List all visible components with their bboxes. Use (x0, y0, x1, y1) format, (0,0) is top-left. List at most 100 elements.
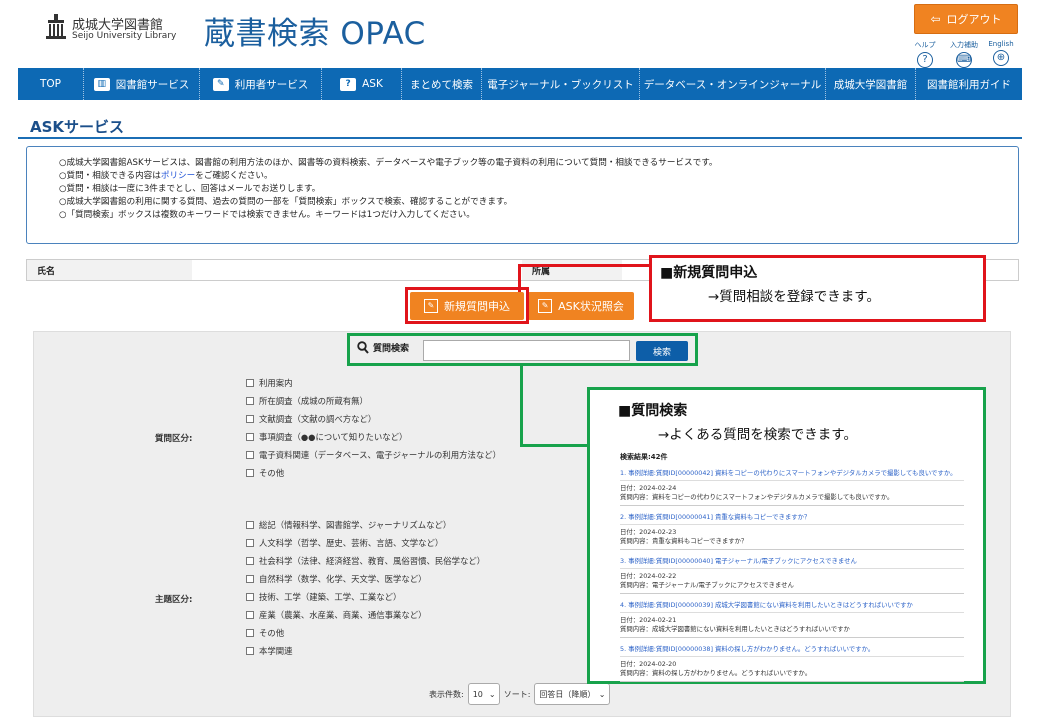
nav-item-guide[interactable]: 図書館利用ガイド (916, 68, 1022, 100)
question-category-option[interactable]: 事項調査（●●について知りたいなど） (246, 431, 407, 443)
checkbox[interactable] (246, 575, 254, 583)
result-title[interactable]: 4. 事例詳細:質問ID[00000039] 成城大学図書館にない資料を利用した… (620, 600, 964, 613)
option-label: 文献調査（文献の調べ方など） (259, 414, 377, 424)
nav-item-library-services[interactable]: ▥ 図書館サービス (84, 68, 200, 100)
subject-category-option[interactable]: 社会科学（法律、経済経営、教育、風俗習慣、民俗学など） (246, 555, 485, 567)
user-services-icon: ✎ (212, 77, 229, 91)
result-date: 日付：2024-02-21 (620, 616, 677, 624)
result-date: 日付：2024-02-23 (620, 528, 677, 536)
question-category-label: 質問区分: (155, 434, 193, 444)
nav-label: 図書館利用ガイド (927, 78, 1011, 91)
option-label: 総記（情報科学、図書館学、ジャーナリズムなど） (259, 520, 452, 530)
checkbox[interactable] (246, 521, 254, 529)
nav-item-ask[interactable]: ? ASK (322, 68, 402, 100)
logout-button[interactable]: ⇦ ログアウト (914, 4, 1018, 34)
result-item: 3. 事例詳細:質問ID[00000040] 電子ジャーナル/電子ブックにアクセ… (620, 556, 964, 594)
checkbox[interactable] (246, 611, 254, 619)
count-select[interactable]: 10 ⌄ (467, 683, 500, 705)
info-line: ○成城大学図書館の利用に関する質問、過去の質問の一部を「質問検索」ボックスで検索… (59, 197, 513, 207)
option-label: 所在調査（成城の所蔵有無） (259, 396, 368, 406)
search-highlight (347, 333, 698, 366)
question-category-option[interactable]: 所在調査（成城の所蔵有無） (246, 395, 368, 407)
nav-item-seijo-library[interactable]: 成城大学図書館 (826, 68, 916, 100)
info-line: ○質問・相談は一度に3件までとし、回答はメールでお送りします。 (59, 184, 321, 194)
info-text: ○質問・相談できる内容は (59, 171, 161, 181)
input-assist-link[interactable]: 入力補助 ⌨ (949, 40, 979, 68)
checkbox[interactable] (246, 557, 254, 565)
nav-item-user-services[interactable]: ✎ 利用者サービス (200, 68, 322, 100)
search-results-preview: 検索結果:42件 1. 事例詳細:質問ID[00000042] 資料をコピーの代… (620, 452, 964, 688)
question-category-option[interactable]: 文献調査（文献の調べ方など） (246, 413, 376, 425)
option-label: 自然科学（数学、化学、天文学、医学など） (259, 574, 427, 584)
result-date: 日付：2024-02-24 (620, 484, 677, 492)
new-question-highlight (405, 287, 529, 324)
ask-status-button[interactable]: ✎ ASK状況照会 (528, 292, 634, 320)
checkbox[interactable] (246, 593, 254, 601)
checkbox[interactable] (246, 397, 254, 405)
nav-item-bulk-search[interactable]: まとめて検索 (402, 68, 482, 100)
help-link[interactable]: ヘルプ ? (910, 40, 940, 68)
subject-category-option[interactable]: 本学関連 (246, 645, 293, 657)
new-question-callout: ■新規質問申込 →質問相談を登録できます。 (649, 255, 986, 322)
checkbox[interactable] (246, 415, 254, 423)
option-label: その他 (259, 468, 285, 478)
checkbox[interactable] (246, 451, 254, 459)
subject-category-option[interactable]: 人文科学（哲学、歴史、芸術、言語、文学など） (246, 537, 443, 549)
result-date: 日付：2024-02-20 (620, 660, 677, 668)
result-title[interactable]: 1. 事例詳細:質問ID[00000042] 資料をコピーの代わりにスマートフォ… (620, 468, 964, 481)
display-options: 表示件数: 10 ⌄ ソート: 回答日（降順） ⌄ (429, 683, 611, 705)
result-content: 質問内容：成城大学図書館にない資料を利用したいときはどうすればいいですか (620, 625, 850, 633)
checkbox[interactable] (246, 379, 254, 387)
result-title[interactable]: 5. 事例詳細:質問ID[00000038] 資料の探し方がわかりません。どうす… (620, 644, 964, 657)
sort-label: ソート: (503, 689, 531, 699)
callout-body: →よくある質問を検索できます。 (658, 427, 857, 443)
nav-label: 図書館サービス (115, 78, 190, 91)
result-content: 質問内容：資料の探し方がわかりません。どうすればいいですか。 (620, 669, 812, 677)
callout-connector (518, 264, 649, 267)
keyboard-icon: ⌨ (956, 52, 972, 68)
info-text: をご確認ください。 (195, 171, 273, 181)
library-icon: ▥ (93, 77, 110, 91)
sort-select[interactable]: 回答日（降順） ⌄ (534, 683, 611, 705)
option-label: 事項調査（●●について知りたいなど） (259, 432, 408, 442)
checkbox[interactable] (246, 629, 254, 637)
name-value (192, 260, 522, 280)
nav-item-ejournal-booklist[interactable]: 電子ジャーナル・ブックリスト (482, 68, 640, 100)
info-line: ○「質問検索」ボックスは複数のキーワードでは検索できません。キーワードは1つだけ… (59, 210, 475, 220)
nav-item-database[interactable]: データベース・オンラインジャーナル (640, 68, 826, 100)
checkbox[interactable] (246, 433, 254, 441)
subject-category-option[interactable]: 自然科学（数学、化学、天文学、医学など） (246, 573, 427, 585)
result-content: 質問内容：電子ジャーナル/電子ブックにアクセスできません (620, 581, 794, 589)
result-item: 4. 事例詳細:質問ID[00000039] 成城大学図書館にない資料を利用した… (620, 600, 964, 638)
result-content: 質問内容：資料をコピーの代わりにスマートフォンやデジタルカメラで撮影しても良いで… (620, 493, 894, 501)
question-category-option[interactable]: 電子資料関連（データベース、電子ジャーナルの利用方法など） (246, 449, 501, 461)
result-title[interactable]: 2. 事例詳細:質問ID[00000041] 貴重な資料もコピーできますか？ (620, 512, 964, 525)
callout-heading: ■新規質問申込 (660, 265, 758, 281)
service-info-box: ○成城大学図書館ASKサービスは、図書館の利用方法のほか、図書等の資料検索、デー… (26, 146, 1019, 244)
option-label: 技術、工学（建築、工学、工業など） (259, 592, 402, 602)
section-title: ASKサービス (30, 118, 125, 136)
subject-category-option[interactable]: 総記（情報科学、図書館学、ジャーナリズムなど） (246, 519, 451, 531)
subject-category-option[interactable]: 産業（農業、水産業、商業、通信事業など） (246, 609, 427, 621)
policy-link[interactable]: ポリシー (161, 171, 195, 181)
nav-label: データベース・オンラインジャーナル (643, 78, 822, 91)
subject-category-option[interactable]: 技術、工学（建築、工学、工業など） (246, 591, 401, 603)
help-icon: ? (917, 52, 933, 68)
result-item: 5. 事例詳細:質問ID[00000038] 資料の探し方がわかりません。どうす… (620, 644, 964, 682)
nav-item-top[interactable]: TOP (18, 68, 84, 100)
question-category-option[interactable]: その他 (246, 467, 284, 479)
nav-label: 電子ジャーナル・ブックリスト (487, 78, 634, 91)
input-assist-label: 入力補助 (950, 41, 978, 49)
option-label: その他 (259, 628, 285, 638)
english-link[interactable]: English ⊕ (986, 40, 1016, 66)
edit-icon: ✎ (538, 299, 553, 313)
checkbox[interactable] (246, 469, 254, 477)
nav-label: 成城大学図書館 (833, 78, 908, 91)
checkbox[interactable] (246, 647, 254, 655)
subject-category-option[interactable]: その他 (246, 627, 284, 639)
result-title[interactable]: 3. 事例詳細:質問ID[00000040] 電子ジャーナル/電子ブックにアクセ… (620, 556, 964, 569)
question-category-option[interactable]: 利用案内 (246, 377, 293, 389)
result-date: 日付：2024-02-22 (620, 572, 677, 580)
checkbox[interactable] (246, 539, 254, 547)
library-logo[interactable]: 成城大学図書館 Seijo University Library (46, 12, 186, 46)
